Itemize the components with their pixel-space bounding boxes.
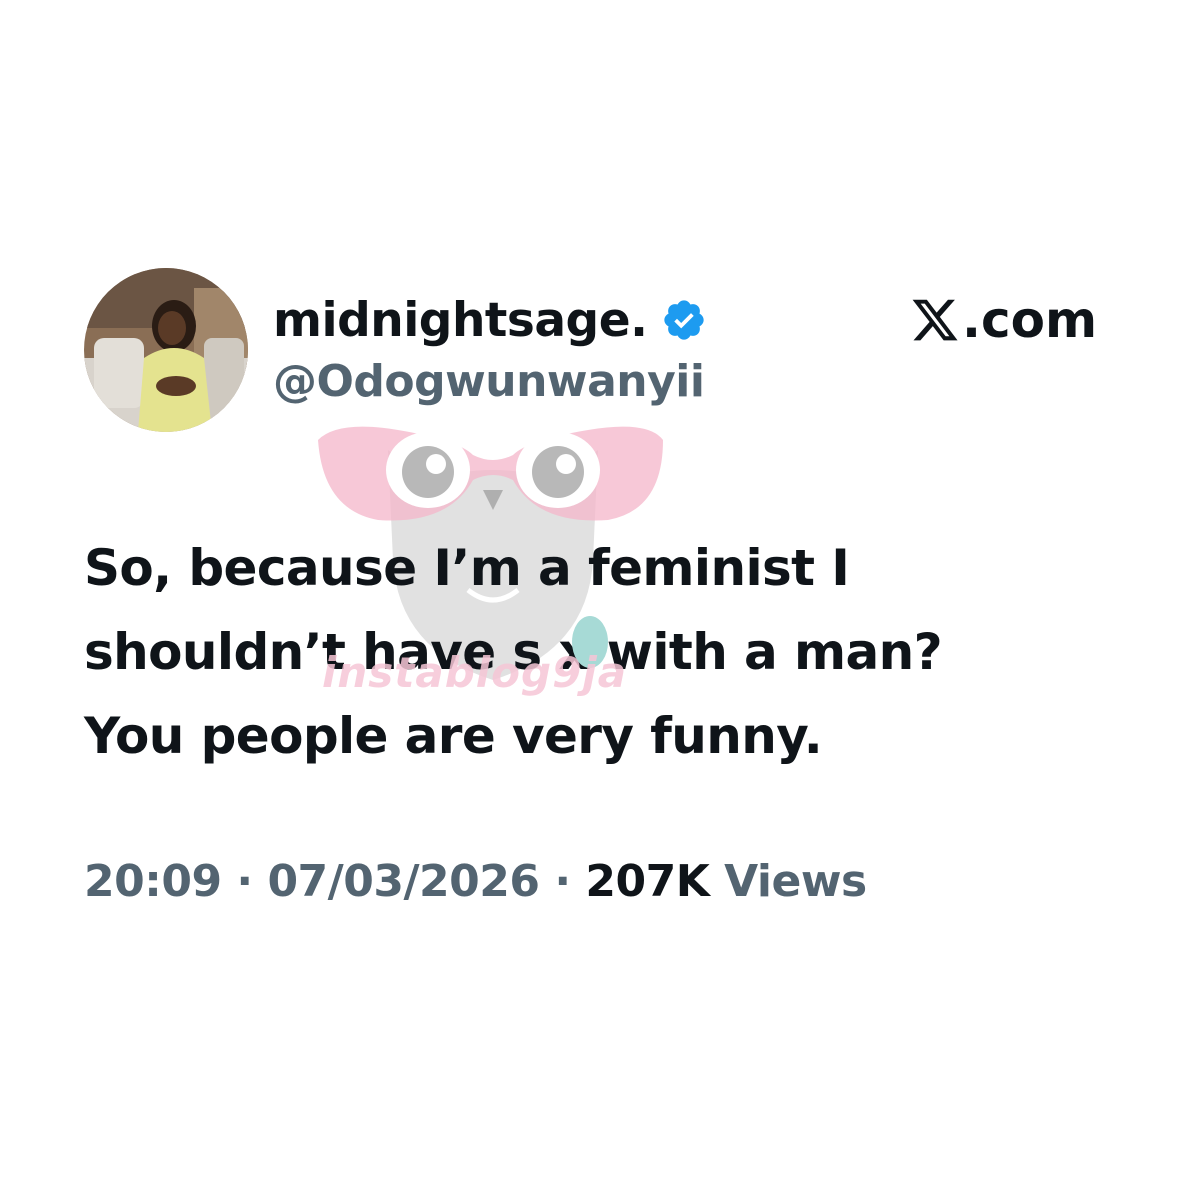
user-handle[interactable]: @Odogwunwanyii [273,356,705,407]
site-label: .com [910,288,1097,352]
tweet-date[interactable]: 07/03/2026 [267,856,540,907]
site-label-text: .com [962,291,1098,349]
censor-blob [572,616,608,668]
tweet-meta: 20:09 · 07/03/2026 · 207K Views [84,856,867,907]
display-name[interactable]: midnightsage. [273,293,648,348]
tweet-line: You people are very funny. [84,707,823,765]
meta-separator: · [236,856,253,907]
views-count: 207K [585,856,710,907]
display-name-row: midnightsage. [273,288,707,352]
tweet-time[interactable]: 20:09 [84,856,222,907]
views-label: Views [724,856,867,907]
tweet-card: midnightsage. @Odogwunwanyii .com So, be… [0,0,1200,1200]
profile-photo [84,268,248,432]
avatar[interactable] [84,268,248,432]
verified-badge-icon [661,297,707,343]
meta-separator: · [554,856,571,907]
tweet-line: So, because I’m a feminist I [84,539,850,597]
x-logo-icon [910,295,960,345]
